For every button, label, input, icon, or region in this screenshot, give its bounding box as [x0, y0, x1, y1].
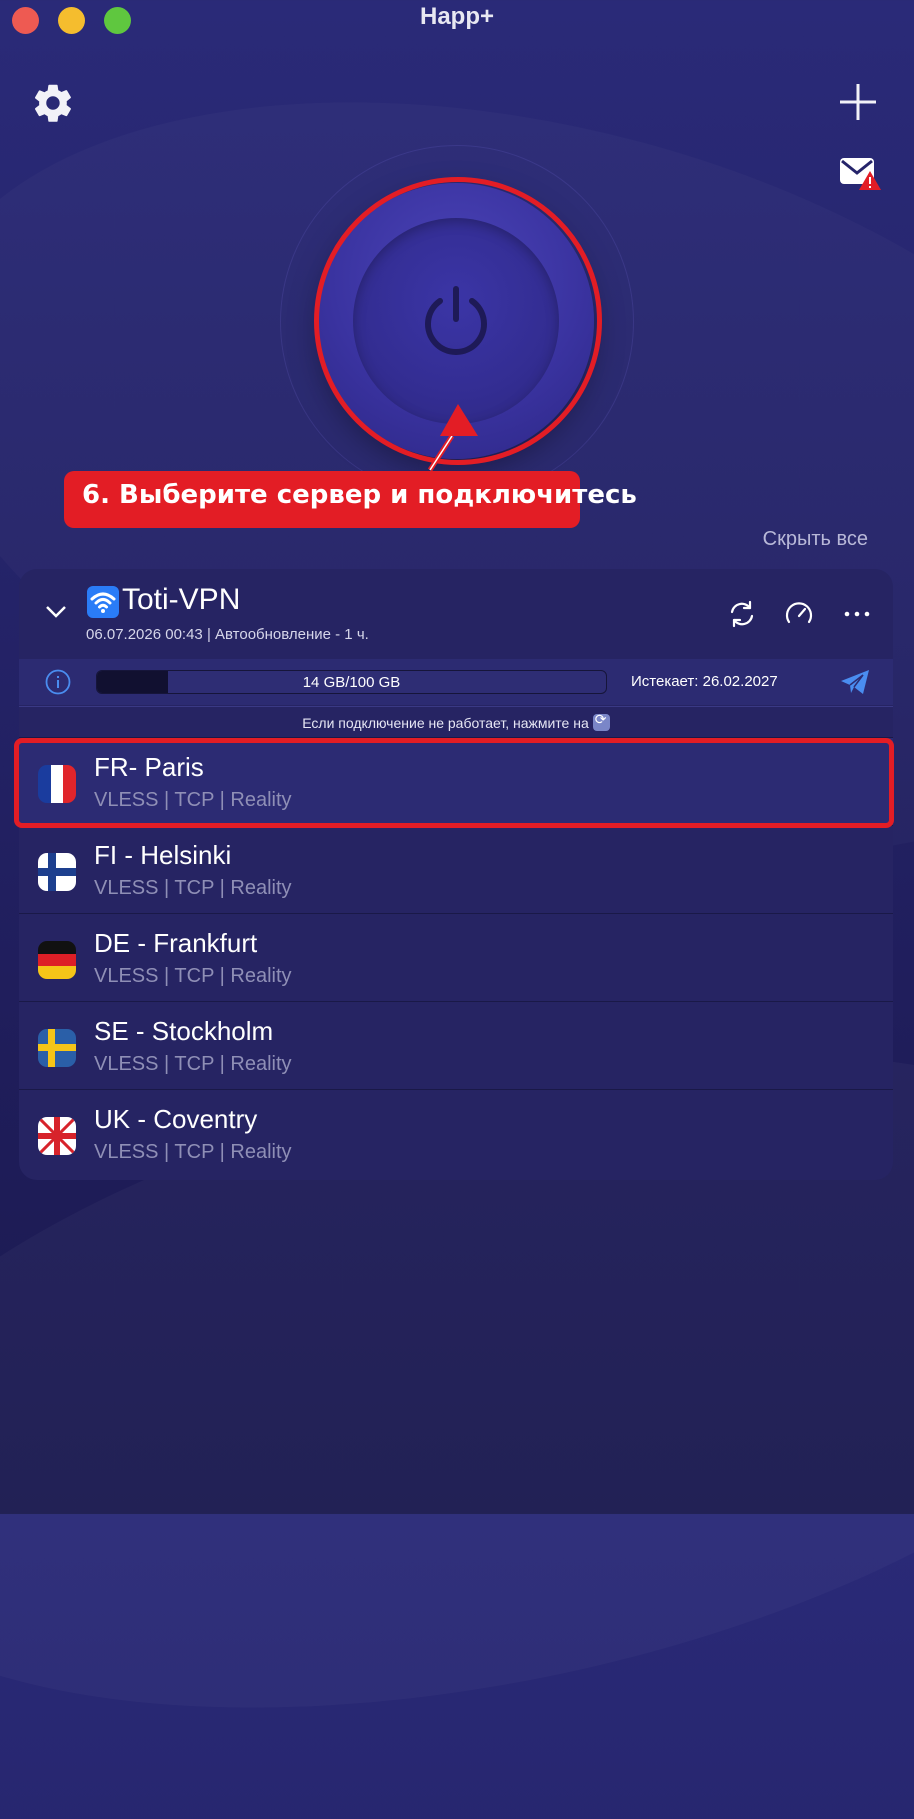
wifi-icon	[87, 586, 119, 618]
server-name: DE - Frankfurt	[94, 928, 258, 958]
finland-flag-icon	[38, 853, 76, 891]
title-bar: Happ+	[0, 0, 914, 40]
subscription-name: Toti-VPN	[122, 583, 241, 616]
telegram-icon[interactable]	[839, 668, 871, 696]
server-protocol: VLESS | TCP | Reality	[94, 877, 292, 899]
hint-label: Если подключение не работает, нажмите на	[302, 715, 589, 731]
traffic-row: 14 GB/100 GB Истекает: 26.02.2027	[19, 659, 893, 705]
germany-flag-icon	[38, 941, 76, 979]
annotation-arrow	[427, 404, 478, 472]
instruction-text: 6. Выберите сервер и подключитесь	[82, 480, 637, 510]
uk-flag-icon	[38, 1117, 76, 1155]
refresh-icon	[592, 712, 610, 731]
server-name: UK - Coventry	[94, 1104, 258, 1134]
hint-text: Если подключение не работает, нажмите на	[302, 712, 610, 731]
subscription-card: Toti-VPN 06.07.2026 00:43 | Автообновлен…	[19, 569, 893, 1180]
plus-icon[interactable]	[836, 80, 880, 124]
subscription-meta: 06.07.2026 00:43 | Автообновление - 1 ч.	[86, 626, 369, 643]
server-item-uk-coventry[interactable]: UK - Coventry VLESS | TCP | Reality	[19, 1089, 893, 1177]
info-icon[interactable]	[45, 669, 71, 695]
sweden-flag-icon	[38, 1029, 76, 1067]
more-options-icon[interactable]	[840, 597, 874, 631]
server-name: SE - Stockholm	[94, 1016, 274, 1046]
server-protocol: VLESS | TCP | Reality	[94, 1141, 292, 1163]
chevron-down-icon[interactable]	[43, 601, 69, 621]
refresh-icon[interactable]	[725, 597, 759, 631]
traffic-progress-bar: 14 GB/100 GB	[96, 670, 607, 694]
server-highlight-box	[14, 738, 894, 828]
server-protocol: VLESS | TCP | Reality	[94, 965, 292, 987]
expiry-date: Истекает: 26.02.2027	[631, 673, 778, 690]
window-title: Happ+	[419, 3, 494, 30]
mail-alert-icon[interactable]	[838, 155, 882, 191]
server-item-fi-helsinki[interactable]: FI - Helsinki VLESS | TCP | Reality	[19, 825, 893, 913]
server-protocol: VLESS | TCP | Reality	[94, 1053, 292, 1075]
gear-icon[interactable]	[30, 80, 76, 126]
hide-all-link[interactable]: Скрыть все	[763, 528, 868, 551]
speed-test-icon[interactable]	[782, 597, 816, 631]
subscription-header: Toti-VPN 06.07.2026 00:43 | Автообновлен…	[19, 569, 893, 659]
server-item-de-frankfurt[interactable]: DE - Frankfurt VLESS | TCP | Reality	[19, 913, 893, 1001]
connection-hint: Если подключение не работает, нажмите на	[19, 706, 893, 737]
server-name: FI - Helsinki	[94, 840, 232, 870]
traffic-label: 14 GB/100 GB	[302, 674, 401, 691]
server-item-se-stockholm[interactable]: SE - Stockholm VLESS | TCP | Reality	[19, 1001, 893, 1089]
